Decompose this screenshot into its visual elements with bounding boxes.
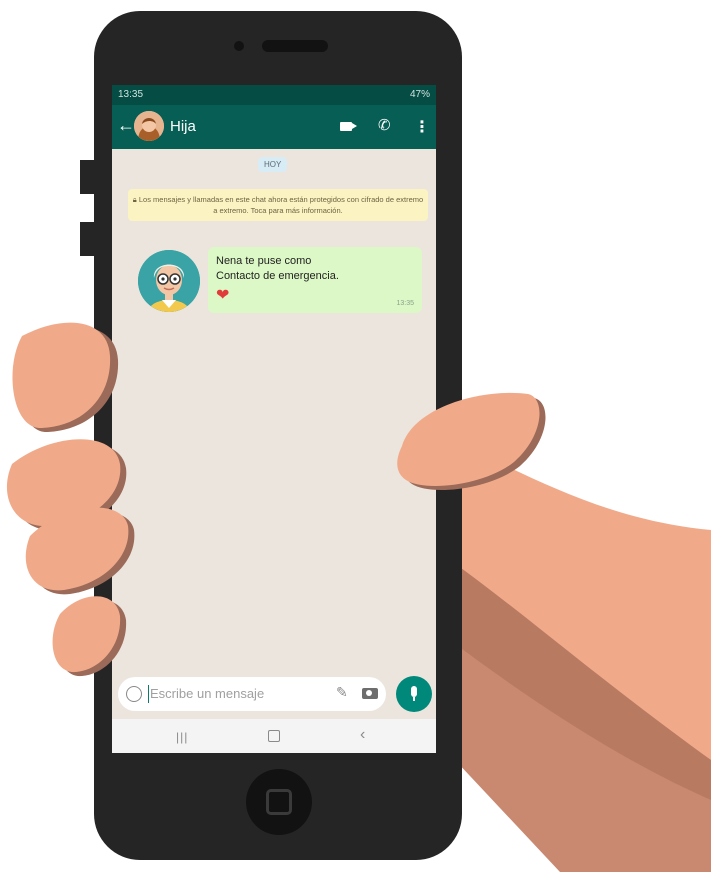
fingers-illustration bbox=[6, 322, 546, 677]
